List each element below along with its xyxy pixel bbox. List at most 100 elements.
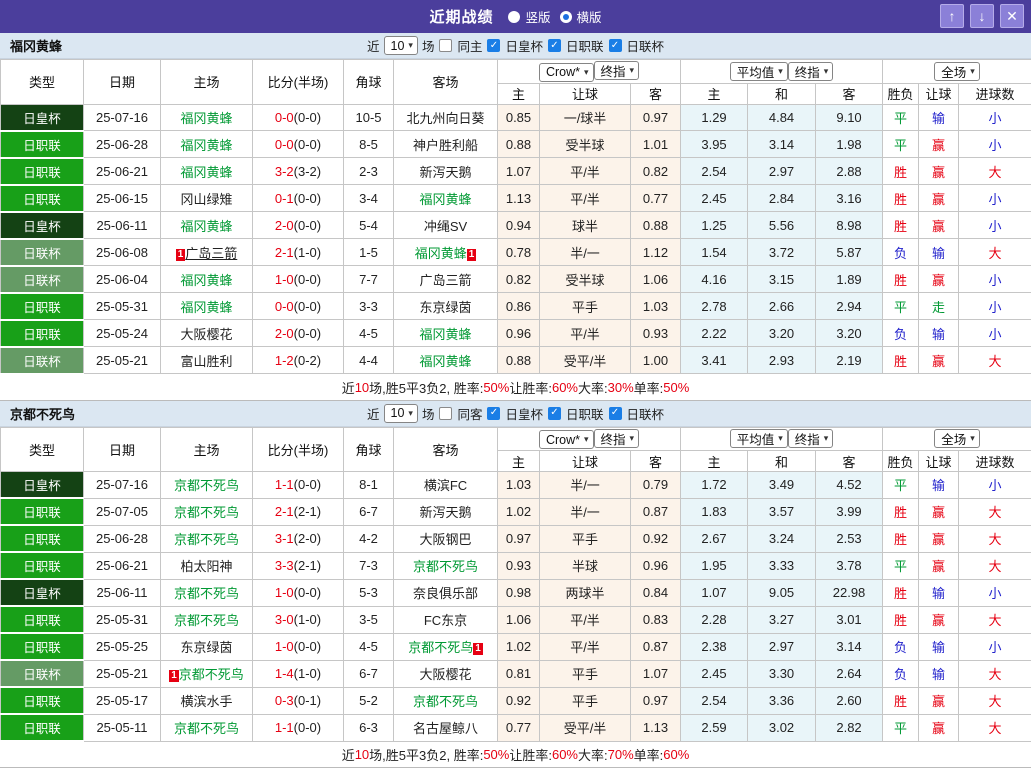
cup-checkbox-0[interactable]: ✓ bbox=[487, 39, 500, 52]
down-arrow-icon: ↓ bbox=[979, 8, 986, 24]
away-team[interactable]: 京都不死鸟1 bbox=[394, 633, 498, 660]
odds-source-select[interactable]: Crow*▾ bbox=[539, 63, 594, 82]
competition-type: 日职联 bbox=[1, 158, 84, 185]
summary-segment: 场,胜5平3负2, 胜率: bbox=[369, 745, 483, 764]
away-team[interactable]: 大阪钢巴 bbox=[394, 525, 498, 552]
radio-vertical-layout[interactable]: 竖版 bbox=[508, 7, 550, 26]
avg-time-select[interactable]: 终指▾ bbox=[788, 429, 834, 448]
page-title: 近期战绩 bbox=[429, 6, 493, 27]
avg-home: 1.83 bbox=[681, 498, 748, 525]
avg-home: 2.38 bbox=[681, 633, 748, 660]
match-count-select[interactable]: 10▾ bbox=[384, 36, 418, 55]
home-team[interactable]: 福冈黄蜂 bbox=[161, 158, 253, 185]
avg-time-select[interactable]: 终指▾ bbox=[788, 62, 834, 81]
recent-results-panel: 近期战绩 竖版 横版 ↑ ↓ ✕ 福冈黄蜂近10▾场同主✓日皇杯✓日职联✓日联杯… bbox=[0, 0, 1031, 768]
away-team[interactable]: 神户胜利船 bbox=[394, 131, 498, 158]
home-team[interactable]: 京都不死鸟 bbox=[161, 579, 253, 606]
home-team[interactable]: 京都不死鸟 bbox=[161, 498, 253, 525]
odds-handicap: 平/半 bbox=[540, 633, 631, 660]
away-team[interactable]: 名古屋鲸八 bbox=[394, 714, 498, 741]
away-team[interactable]: FC东京 bbox=[394, 606, 498, 633]
odds-time-select[interactable]: 终指▾ bbox=[594, 429, 640, 448]
cup-checkbox-2[interactable]: ✓ bbox=[609, 39, 622, 52]
away-team[interactable]: 广岛三箭 bbox=[394, 266, 498, 293]
check-icon: ✓ bbox=[490, 408, 498, 418]
same-venue-checkbox[interactable] bbox=[439, 407, 452, 420]
home-team[interactable]: 京都不死鸟 bbox=[161, 525, 253, 552]
scope-select[interactable]: 全场▾ bbox=[934, 62, 980, 81]
odds-away: 0.97 bbox=[631, 687, 681, 714]
away-team[interactable]: 福冈黄蜂 bbox=[394, 185, 498, 212]
same-venue-checkbox[interactable] bbox=[439, 39, 452, 52]
col-header-2: 主场 bbox=[161, 427, 253, 472]
away-team[interactable]: 福冈黄蜂 bbox=[394, 347, 498, 374]
home-team[interactable]: 京都不死鸟 bbox=[161, 714, 253, 741]
odds-time-select[interactable]: 终指▾ bbox=[594, 61, 640, 80]
home-team[interactable]: 横滨水手 bbox=[161, 687, 253, 714]
home-team[interactable]: 福冈黄蜂 bbox=[161, 131, 253, 158]
home-team[interactable]: 福冈黄蜂 bbox=[161, 266, 253, 293]
odds-away: 1.07 bbox=[631, 660, 681, 687]
home-team[interactable]: 冈山绿雉 bbox=[161, 185, 253, 212]
away-team[interactable]: 冲绳SV bbox=[394, 212, 498, 239]
avg-away: 3.78 bbox=[816, 552, 883, 579]
away-team[interactable]: 北九州向日葵 bbox=[394, 104, 498, 131]
odds-handicap: 平/半 bbox=[540, 606, 631, 633]
avg-source-select[interactable]: 平均值▾ bbox=[730, 62, 788, 81]
away-team[interactable]: 京都不死鸟 bbox=[394, 687, 498, 714]
home-team[interactable]: 1广岛三箭 bbox=[161, 239, 253, 266]
move-up-button[interactable]: ↑ bbox=[940, 4, 964, 28]
avg-draw: 3.30 bbox=[748, 660, 816, 687]
cup-label-0: 日皇杯 bbox=[505, 36, 543, 55]
odds-handicap: 一/球半 bbox=[540, 104, 631, 131]
corners-cell: 4-5 bbox=[344, 633, 394, 660]
score-cell: 1-1(0-0) bbox=[253, 714, 344, 741]
home-team[interactable]: 京都不死鸟 bbox=[161, 606, 253, 633]
away-team[interactable]: 福冈黄蜂1 bbox=[394, 239, 498, 266]
odds-home: 1.06 bbox=[498, 606, 540, 633]
odds-source-select[interactable]: Crow*▾ bbox=[539, 430, 594, 449]
home-team[interactable]: 福冈黄蜂 bbox=[161, 212, 253, 239]
summary-segment: 50% bbox=[483, 380, 509, 395]
away-team[interactable]: 福冈黄蜂 bbox=[394, 320, 498, 347]
home-team[interactable]: 东京绿茵 bbox=[161, 633, 253, 660]
away-team[interactable]: 新泻天鹅 bbox=[394, 498, 498, 525]
cup-checkbox-0[interactable]: ✓ bbox=[487, 407, 500, 420]
result-goals: 大 bbox=[959, 714, 1031, 741]
home-team[interactable]: 京都不死鸟 bbox=[161, 472, 253, 499]
match-count-select[interactable]: 10▾ bbox=[384, 404, 418, 423]
home-team[interactable]: 福冈黄蜂 bbox=[161, 104, 253, 131]
card-badge: 1 bbox=[169, 670, 179, 682]
scope-select[interactable]: 全场▾ bbox=[934, 429, 980, 448]
home-team[interactable]: 1京都不死鸟 bbox=[161, 660, 253, 687]
sub-header-1: 让球 bbox=[540, 451, 631, 472]
home-team[interactable]: 大阪樱花 bbox=[161, 320, 253, 347]
radio-icon-horizontal[interactable] bbox=[560, 11, 572, 23]
away-team[interactable]: 东京绿茵 bbox=[394, 293, 498, 320]
home-team[interactable]: 柏太阳神 bbox=[161, 552, 253, 579]
result-outcome: 平 bbox=[883, 714, 919, 741]
away-team[interactable]: 京都不死鸟 bbox=[394, 552, 498, 579]
away-team[interactable]: 大阪樱花 bbox=[394, 660, 498, 687]
radio-icon-vertical[interactable] bbox=[508, 11, 520, 23]
radio-horizontal-layout[interactable]: 横版 bbox=[560, 7, 602, 26]
away-team[interactable]: 新泻天鹅 bbox=[394, 158, 498, 185]
avg-draw: 5.56 bbox=[748, 212, 816, 239]
score-cell: 3-0(1-0) bbox=[253, 606, 344, 633]
avg-source-select[interactable]: 平均值▾ bbox=[730, 429, 788, 448]
away-team[interactable]: 奈良俱乐部 bbox=[394, 579, 498, 606]
result-goals: 大 bbox=[959, 525, 1031, 552]
home-team[interactable]: 富山胜利 bbox=[161, 347, 253, 374]
cup-checkbox-1[interactable]: ✓ bbox=[548, 407, 561, 420]
section-summary: 近10场,胜5平3负2, 胜率:50% 让胜率:60% 大率:30% 单率:50… bbox=[0, 375, 1031, 401]
cup-checkbox-1[interactable]: ✓ bbox=[548, 39, 561, 52]
result-goals: 大 bbox=[959, 606, 1031, 633]
home-team[interactable]: 福冈黄蜂 bbox=[161, 293, 253, 320]
move-down-button[interactable]: ↓ bbox=[970, 4, 994, 28]
close-button[interactable]: ✕ bbox=[1000, 4, 1024, 28]
cup-checkbox-2[interactable]: ✓ bbox=[609, 407, 622, 420]
scope-select-value: 全场 bbox=[941, 429, 966, 448]
odds-handicap: 平手 bbox=[540, 660, 631, 687]
away-team[interactable]: 横滨FC bbox=[394, 472, 498, 499]
avg-home: 2.54 bbox=[681, 158, 748, 185]
